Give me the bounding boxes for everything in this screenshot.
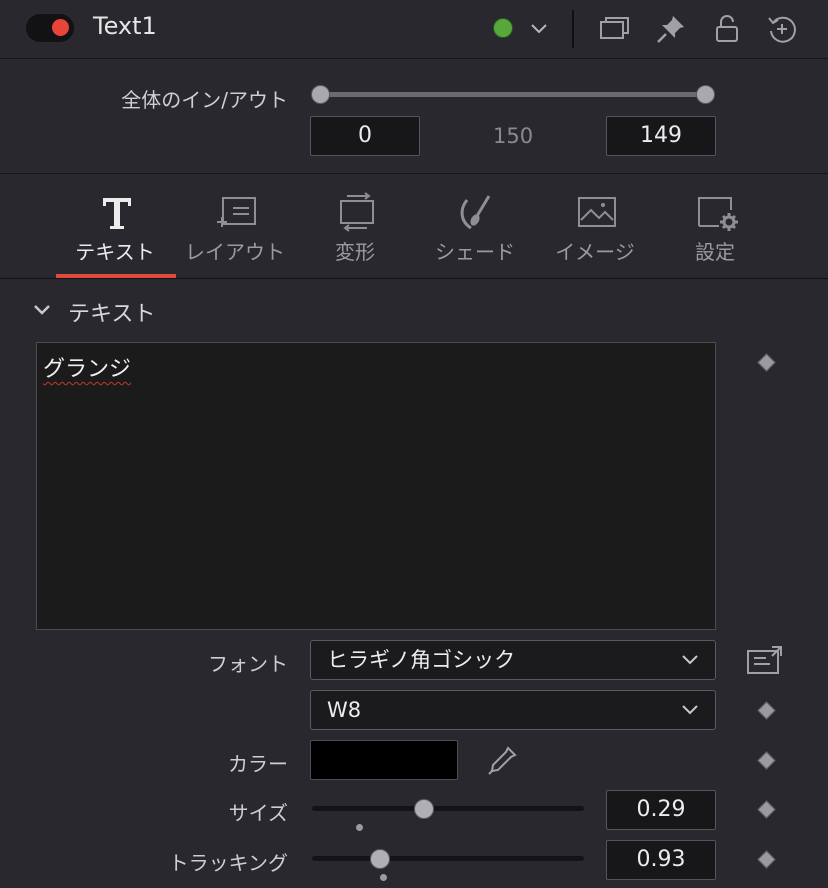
text-t-icon	[103, 198, 131, 229]
font-style-value: W8	[327, 698, 362, 722]
tab-transform-label: 変形	[335, 240, 375, 264]
font-browser-icon[interactable]	[746, 645, 784, 675]
inout-range-track[interactable]	[320, 92, 706, 97]
tracking-default-marker	[380, 874, 387, 881]
section-title[interactable]: テキスト	[68, 296, 155, 328]
tab-layout-label: レイアウト	[185, 240, 285, 264]
section-collapse-chevron-icon[interactable]	[32, 300, 52, 320]
chevron-down-icon[interactable]	[528, 18, 550, 40]
duration-value: 150	[493, 124, 534, 148]
pin-icon[interactable]	[654, 12, 688, 46]
image-icon	[578, 197, 616, 227]
toggle-indicator	[52, 19, 69, 36]
tab-image[interactable]: イメージ	[535, 186, 655, 278]
keyframe-diamond-tracking[interactable]	[757, 850, 776, 869]
keyframe-diamond-text[interactable]	[757, 353, 776, 372]
keyframe-diamond-size[interactable]	[757, 800, 776, 819]
header-divider	[572, 10, 574, 48]
out-point-field[interactable]: 149	[606, 116, 716, 156]
size-label: サイズ	[228, 801, 288, 825]
in-point-field[interactable]: 0	[310, 116, 420, 156]
font-label: フォント	[208, 652, 288, 676]
shade-brush-icon	[460, 195, 491, 230]
lock-icon[interactable]	[710, 12, 744, 46]
tracking-value-field[interactable]: 0.93	[606, 840, 716, 880]
tracking-slider-track[interactable]	[312, 856, 584, 861]
tab-layout[interactable]: レイアウト	[175, 186, 295, 278]
tab-text-label: テキスト	[75, 240, 155, 264]
node-title: Text1	[93, 12, 157, 40]
tracking-label: トラッキング	[168, 851, 288, 875]
tab-text[interactable]: テキスト	[55, 186, 175, 278]
chevron-down-icon	[682, 705, 698, 715]
active-tab-indicator	[56, 274, 176, 278]
chevron-down-icon	[682, 655, 698, 665]
versions-icon[interactable]	[598, 12, 632, 46]
color-label: カラー	[228, 752, 288, 776]
layout-icon	[217, 197, 256, 227]
styled-text-input[interactable]: グランジ	[36, 342, 716, 630]
font-style-dropdown[interactable]: W8	[310, 690, 716, 730]
color-tag-dot[interactable]	[493, 18, 513, 38]
inout-label: 全体のイン/アウト	[121, 88, 288, 112]
size-default-marker	[356, 824, 363, 831]
tab-settings-label: 設定	[695, 240, 735, 264]
transform-icon	[340, 192, 374, 232]
size-value-field[interactable]: 0.29	[606, 790, 716, 830]
size-slider-track[interactable]	[312, 806, 584, 811]
styled-text-value: グランジ	[43, 357, 132, 382]
tab-shade-label: シェード	[435, 240, 515, 264]
in-range-handle[interactable]	[311, 85, 330, 104]
color-swatch[interactable]	[310, 740, 458, 780]
tab-settings[interactable]: 設定	[655, 186, 775, 278]
eyedropper-icon[interactable]	[486, 745, 518, 777]
size-slider-knob[interactable]	[413, 799, 434, 819]
keyframe-diamond-color[interactable]	[757, 751, 776, 770]
font-family-value: ヒラギノ角ゴシック	[327, 648, 516, 672]
font-family-dropdown[interactable]: ヒラギノ角ゴシック	[310, 640, 716, 680]
tracking-slider-knob[interactable]	[370, 849, 390, 869]
settings-icon	[698, 197, 738, 231]
reset-icon[interactable]	[765, 12, 799, 46]
tab-transform[interactable]: 変形	[295, 186, 415, 278]
keyframe-diamond-font[interactable]	[757, 701, 776, 720]
out-range-handle[interactable]	[696, 85, 715, 104]
tab-image-label: イメージ	[555, 240, 635, 264]
tab-shade[interactable]: シェード	[415, 186, 535, 278]
